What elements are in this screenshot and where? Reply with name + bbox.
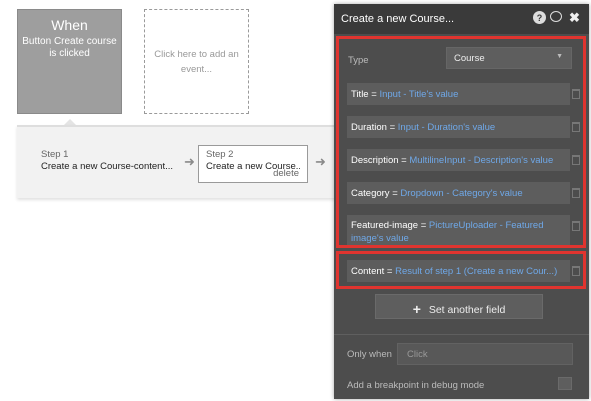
breakpoint-label: Add a breakpoint in debug mode <box>347 380 485 391</box>
set-another-field-label: Set another field <box>428 304 506 316</box>
field-operator: = <box>389 122 396 133</box>
chevron-down-icon: ▼ <box>556 53 563 60</box>
field-value[interactable]: Result of step 1 (Create a new Cour...) <box>395 266 557 277</box>
field-name: Title <box>351 89 369 100</box>
step-title: Create a new Course-content... <box>41 161 174 172</box>
type-label: Type <box>348 55 369 66</box>
workflow-steps-band: Step 1 Create a new Course-content... ➜ … <box>17 125 347 198</box>
field-row-description[interactable]: Description = MultilineInput - Descripti… <box>347 149 570 171</box>
trash-icon[interactable] <box>572 266 580 276</box>
set-another-field-button[interactable]: + Set another field <box>375 294 543 319</box>
field-value[interactable]: MultilineInput - Description's value <box>409 155 553 166</box>
trash-icon[interactable] <box>572 89 580 99</box>
field-row-category[interactable]: Category = Dropdown - Category's value <box>347 182 570 204</box>
step-delete-link[interactable]: delete <box>273 168 299 180</box>
trash-icon[interactable] <box>572 122 580 132</box>
action-property-panel: Create a new Course... ? ✖ Type Course ▼… <box>334 4 589 399</box>
event-description: Button Create course is clicked <box>22 36 117 59</box>
type-dropdown[interactable]: Course ▼ <box>446 47 572 69</box>
breakpoint-checkbox[interactable] <box>558 377 572 390</box>
workflow-editor: When Button Create course is clicked Cli… <box>0 0 591 401</box>
field-row-content[interactable]: Content = Result of step 1 (Create a new… <box>347 260 570 282</box>
field-row-title[interactable]: Title = Input - Title's value <box>347 83 570 105</box>
event-card-button-clicked[interactable]: When Button Create course is clicked <box>17 9 122 114</box>
field-name: Category <box>351 188 390 199</box>
step-number: Step 2 <box>206 149 234 160</box>
only-when-input[interactable]: Click <box>397 343 573 365</box>
panel-header[interactable]: Create a new Course... ? ✖ <box>334 4 589 34</box>
add-event-placeholder[interactable]: Click here to add an event... <box>144 9 249 114</box>
help-icon[interactable]: ? <box>533 11 546 24</box>
event-when-label: When <box>51 17 88 33</box>
field-value[interactable]: Input - Title's value <box>379 89 458 100</box>
field-operator: = <box>420 220 427 231</box>
field-value[interactable]: Dropdown - Category's value <box>400 188 522 199</box>
trash-icon[interactable] <box>572 155 580 165</box>
arrow-right-icon: ➜ <box>184 154 195 169</box>
type-value: Course <box>454 53 485 64</box>
plus-icon: + <box>412 301 421 317</box>
field-name: Content <box>351 266 385 277</box>
field-name: Duration <box>351 122 387 133</box>
field-operator: = <box>386 266 393 277</box>
only-when-label: Only when <box>347 349 392 360</box>
arrow-right-icon: ➜ <box>315 154 326 169</box>
field-value[interactable]: Input - Duration's value <box>398 122 495 133</box>
trash-icon[interactable] <box>572 221 580 231</box>
field-operator: = <box>401 155 407 166</box>
comment-icon[interactable] <box>550 11 562 22</box>
field-name: Featured-image <box>351 220 419 231</box>
field-row-featured-image[interactable]: Featured-image = PictureUploader - Featu… <box>347 215 570 245</box>
panel-title: Create a new Course... <box>341 13 455 25</box>
field-name: Description <box>351 155 399 166</box>
step-card-1[interactable]: Step 1 Create a new Course-content... <box>41 149 181 173</box>
step-card-2[interactable]: Step 2 Create a new Course... delete <box>198 145 308 183</box>
trash-icon[interactable] <box>572 188 580 198</box>
field-operator: = <box>392 188 398 199</box>
divider <box>334 334 589 335</box>
field-operator: = <box>371 89 377 100</box>
step-number: Step 1 <box>41 149 69 160</box>
close-icon[interactable]: ✖ <box>568 10 581 25</box>
field-row-duration[interactable]: Duration = Input - Duration's value <box>347 116 570 138</box>
